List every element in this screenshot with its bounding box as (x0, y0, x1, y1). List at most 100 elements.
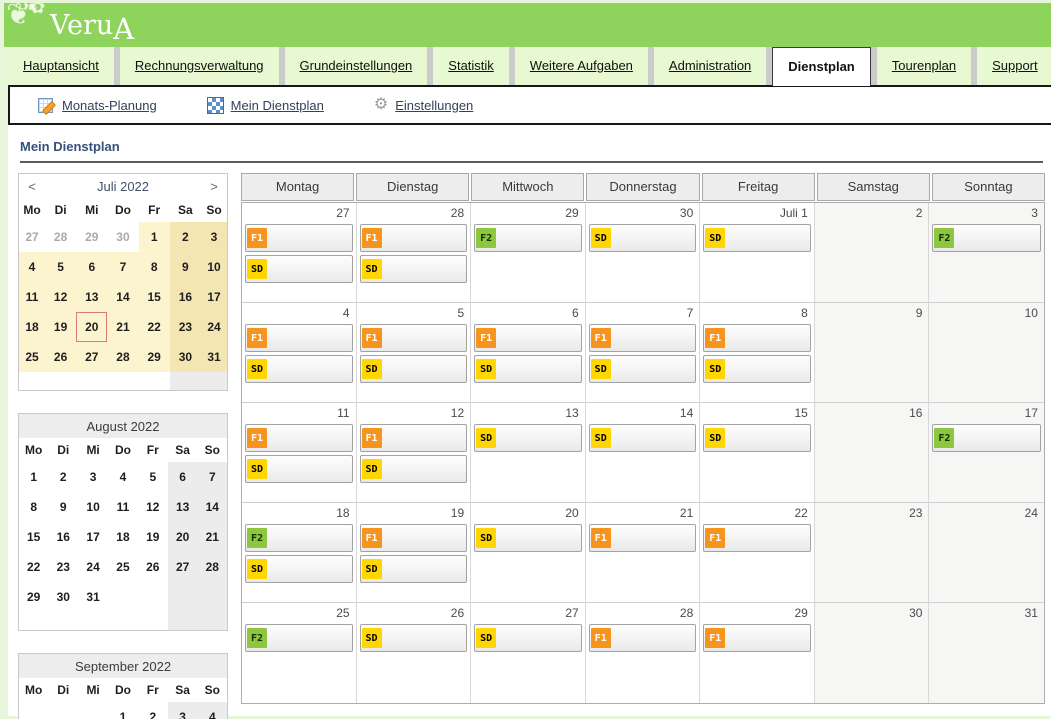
shift-bar[interactable]: F1 (360, 524, 468, 552)
mini-day-cell[interactable]: 29 (19, 582, 49, 612)
mini-day-cell[interactable]: 13 (168, 492, 198, 522)
shift-bar[interactable]: SD (245, 255, 353, 283)
shift-bar[interactable]: F1 (360, 224, 468, 252)
mini-day-cell[interactable]: 8 (139, 252, 170, 282)
shift-bar[interactable]: SD (360, 624, 468, 652)
mini-day-cell[interactable]: 24 (201, 312, 228, 342)
mini-day-cell[interactable]: 22 (19, 552, 49, 582)
mini-day-cell[interactable]: 3 (78, 462, 108, 492)
mini-day-cell[interactable]: 16 (48, 522, 78, 552)
shift-bar[interactable]: F2 (932, 424, 1041, 452)
shift-bar[interactable]: SD (474, 624, 582, 652)
mini-day-cell[interactable]: 28 (107, 342, 138, 372)
mini-day-cell[interactable]: 30 (170, 342, 201, 372)
mini-day-cell[interactable]: 29 (76, 222, 107, 252)
mini-day-cell[interactable]: 31 (201, 342, 228, 372)
mini-day-cell[interactable]: 7 (198, 462, 228, 492)
shift-bar[interactable]: F1 (589, 324, 697, 352)
mini-day-cell[interactable]: 22 (139, 312, 170, 342)
shift-bar[interactable]: SD (360, 255, 468, 283)
mini-day-cell[interactable]: 4 (198, 702, 228, 719)
mini-day-cell[interactable] (198, 582, 228, 612)
shift-bar[interactable]: SD (589, 224, 697, 252)
mini-day-cell[interactable]: 11 (19, 282, 46, 312)
mini-day-cell[interactable]: 1 (139, 222, 170, 252)
mini-day-cell[interactable]: 13 (76, 282, 107, 312)
shift-bar[interactable]: SD (589, 355, 697, 383)
shift-bar[interactable]: F1 (245, 424, 353, 452)
mini-day-cell[interactable]: 12 (138, 492, 168, 522)
mini-day-cell[interactable] (108, 582, 138, 612)
tab-tourenplan[interactable]: Tourenplan (877, 47, 971, 85)
tab-statistik[interactable]: Statistik (433, 47, 509, 85)
mini-day-cell[interactable]: 3 (201, 222, 228, 252)
shift-bar[interactable]: F1 (245, 224, 353, 252)
mini-day-cell[interactable]: 11 (108, 492, 138, 522)
shift-bar[interactable]: F2 (245, 624, 353, 652)
mini-day-cell[interactable]: 30 (107, 222, 138, 252)
shift-bar[interactable]: SD (589, 424, 697, 452)
shift-bar[interactable]: F2 (932, 224, 1041, 252)
tab-hauptansicht[interactable]: Hauptansicht (8, 47, 114, 85)
mini-day-cell[interactable]: 31 (78, 582, 108, 612)
mini-day-cell[interactable]: 23 (48, 552, 78, 582)
mini-day-cell[interactable]: 26 (138, 552, 168, 582)
shift-bar[interactable]: F1 (703, 324, 811, 352)
shift-bar[interactable]: F1 (703, 624, 811, 652)
mini-day-cell[interactable]: 6 (76, 252, 107, 282)
mini-day-cell[interactable]: 25 (19, 342, 46, 372)
mini-day-cell[interactable]: 19 (45, 312, 76, 342)
mini-day-cell[interactable]: 9 (170, 252, 201, 282)
shift-bar[interactable]: F2 (245, 524, 353, 552)
mini-day-cell[interactable]: 16 (170, 282, 201, 312)
mini-day-cell[interactable]: 15 (139, 282, 170, 312)
mini-day-today[interactable]: 20 (76, 312, 107, 342)
tab-administration[interactable]: Administration (654, 47, 766, 85)
tab-weitere-aufgaben[interactable]: Weitere Aufgaben (515, 47, 648, 85)
mini-day-cell[interactable]: 3 (168, 702, 198, 719)
mini-day-cell[interactable]: 18 (108, 522, 138, 552)
mini-day-cell[interactable]: 5 (45, 252, 76, 282)
mini-day-cell[interactable] (78, 702, 108, 719)
mini-day-cell[interactable]: 21 (198, 522, 228, 552)
mini-day-cell[interactable]: 15 (19, 522, 49, 552)
mini-day-cell[interactable]: 17 (201, 282, 228, 312)
mini-day-cell[interactable]: 14 (198, 492, 228, 522)
shift-bar[interactable]: SD (474, 424, 582, 452)
mini-day-cell[interactable]: 28 (45, 222, 76, 252)
shift-bar[interactable]: F1 (703, 524, 811, 552)
mini-day-cell[interactable]: 24 (78, 552, 108, 582)
einstellungen-link[interactable]: ⚙ Einstellungen (374, 97, 473, 113)
mini-day-cell[interactable]: 20 (168, 522, 198, 552)
tab-support[interactable]: Support (977, 47, 1051, 85)
shift-bar[interactable]: SD (703, 355, 811, 383)
mein-dienstplan-link[interactable]: Mein Dienstplan (207, 97, 324, 114)
mini-day-cell[interactable]: 17 (78, 522, 108, 552)
shift-bar[interactable]: F1 (245, 324, 353, 352)
shift-bar[interactable]: F1 (360, 324, 468, 352)
mini-day-cell[interactable]: 6 (168, 462, 198, 492)
tab-dienstplan[interactable]: Dienstplan (772, 47, 870, 86)
shift-bar[interactable]: SD (360, 555, 468, 583)
shift-bar[interactable]: F1 (589, 624, 697, 652)
mini-day-cell[interactable]: 4 (108, 462, 138, 492)
mini-prev-month-button[interactable]: < (19, 174, 46, 199)
mini-day-cell[interactable]: 1 (19, 462, 49, 492)
shift-bar[interactable]: SD (474, 524, 582, 552)
mini-day-cell[interactable]: 23 (170, 312, 201, 342)
mini-day-cell[interactable]: 5 (138, 462, 168, 492)
mini-day-cell[interactable] (19, 702, 49, 719)
mini-day-cell[interactable]: 8 (19, 492, 49, 522)
mini-day-cell[interactable]: 28 (198, 552, 228, 582)
mini-day-cell[interactable]: 10 (201, 252, 228, 282)
mini-day-cell[interactable]: 4 (19, 252, 46, 282)
mini-day-cell[interactable] (168, 582, 198, 612)
shift-bar[interactable]: F1 (589, 524, 697, 552)
mini-day-cell[interactable]: 1 (108, 702, 138, 719)
mini-day-cell[interactable]: 27 (19, 222, 46, 252)
shift-bar[interactable]: SD (360, 355, 468, 383)
mini-day-cell[interactable]: 29 (139, 342, 170, 372)
shift-bar[interactable]: F1 (474, 324, 582, 352)
tab-grundeinstellungen[interactable]: Grundeinstellungen (285, 47, 428, 85)
mini-day-cell[interactable]: 2 (170, 222, 201, 252)
